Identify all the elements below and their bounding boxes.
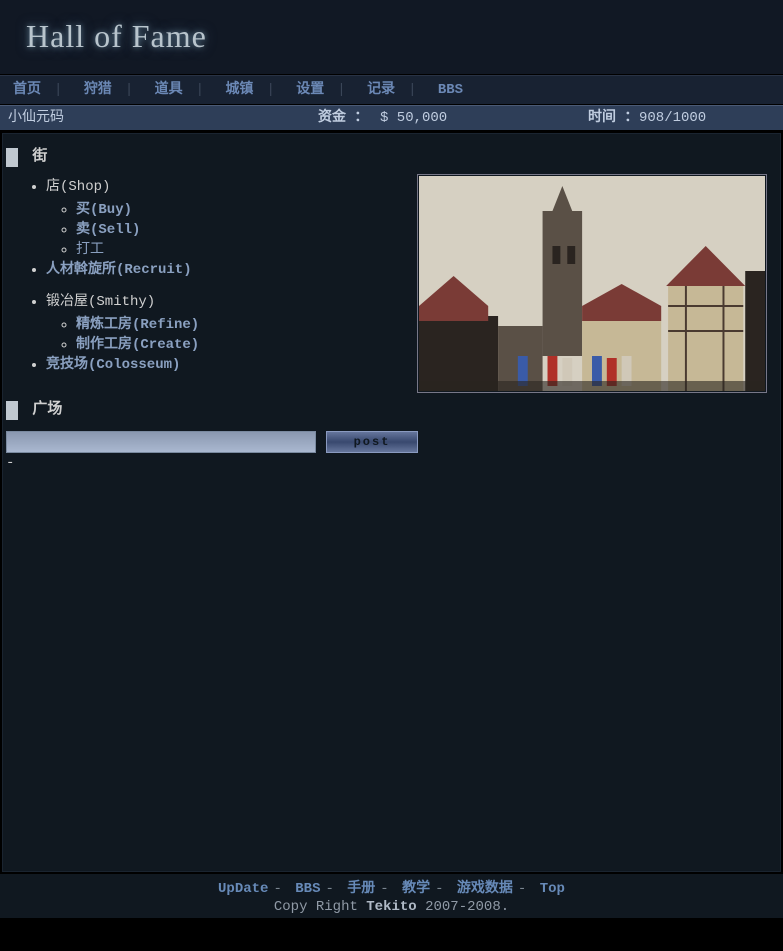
list-item: 精炼工房(Refine) — [76, 315, 417, 335]
footer-link-bbs[interactable]: BBS — [295, 881, 320, 897]
time-value: 908/1000 — [639, 106, 706, 130]
footer-copyright: Copy Right Tekito 2007-2008. — [0, 898, 783, 916]
link-work[interactable]: 打工 — [76, 242, 104, 258]
list-item: 锻冶屋(Smithy) 精炼工房(Refine) 制作工房(Create) — [46, 292, 417, 355]
nav-record[interactable]: 记录 — [364, 82, 398, 98]
footer-sep: - — [273, 881, 281, 897]
street-content: 店(Shop) 买(Buy) 卖(Sell) 打工 人材斡旋所(Recruit)… — [6, 174, 777, 393]
main-panel: 街 店(Shop) 买(Buy) 卖(Sell) 打工 人材斡旋所(Recrui… — [2, 133, 781, 872]
footer-link-update[interactable]: UpDate — [218, 881, 268, 897]
list-item: 买(Buy) — [76, 200, 417, 220]
nav-sep: | — [125, 82, 133, 98]
time-label: 时间 ： — [588, 106, 638, 130]
nav-bbs[interactable]: BBS — [435, 82, 466, 98]
link-refine[interactable]: 精炼工房(Refine) — [76, 317, 199, 333]
plaza-empty-marker: - — [6, 455, 777, 471]
footer-sep: - — [435, 881, 443, 897]
plaza-section: 广场 post - — [6, 399, 777, 471]
plaza-post-button[interactable]: post — [326, 431, 418, 453]
list-item: 打工 — [76, 240, 417, 260]
nav-settings[interactable]: 设置 — [293, 82, 327, 98]
link-colosseum[interactable]: 竞技场(Colosseum) — [46, 357, 180, 373]
section-title: 广场 — [32, 401, 62, 418]
link-sell[interactable]: 卖(Sell) — [76, 222, 140, 238]
player-name: 小仙元码 — [8, 106, 64, 130]
footer: UpDate- BBS- 手册- 教学- 游戏数据- Top Copy Righ… — [0, 874, 783, 918]
footer-sep: - — [518, 881, 526, 897]
footer-links: UpDate- BBS- 手册- 教学- 游戏数据- Top — [0, 880, 783, 898]
plaza-message-input[interactable] — [6, 431, 316, 453]
nav-hunt[interactable]: 狩猎 — [81, 82, 115, 98]
section-plaza-header: 广场 — [6, 399, 777, 421]
section-bar-icon — [6, 148, 18, 167]
nav-sep: | — [266, 82, 274, 98]
list-item: 制作工房(Create) — [76, 335, 417, 355]
section-bar-icon — [6, 401, 18, 420]
link-create[interactable]: 制作工房(Create) — [76, 337, 199, 353]
nav-item[interactable]: 道具 — [152, 82, 186, 98]
nav-sep: | — [337, 82, 345, 98]
money-value: $ 50,000 — [380, 106, 447, 130]
list-item: 卖(Sell) — [76, 220, 417, 240]
town-illustration-icon — [419, 176, 765, 391]
main-nav: 首页 | 狩猎 | 道具 | 城镇 | 设置 | 记录 | BBS — [0, 75, 783, 105]
town-image — [417, 174, 767, 393]
footer-link-tutorial[interactable]: 教学 — [402, 881, 430, 897]
nav-sep: | — [408, 82, 416, 98]
street-menu: 店(Shop) 买(Buy) 卖(Sell) 打工 人材斡旋所(Recruit)… — [6, 174, 417, 387]
footer-sep: - — [325, 881, 333, 897]
footer-sep: - — [380, 881, 388, 897]
shop-header: 店(Shop) — [46, 179, 110, 195]
money-label: 资金 ： — [318, 106, 368, 130]
list-item: 竞技场(Colosseum) — [46, 355, 417, 375]
status-bar: 小仙元码 资金 ： $ 50,000 时间 ： 908/1000 — [0, 105, 783, 131]
plaza-form: post — [6, 431, 777, 453]
smithy-header: 锻冶屋(Smithy) — [46, 294, 155, 310]
site-logo: Hall of Fame — [26, 18, 207, 55]
nav-home[interactable]: 首页 — [10, 82, 44, 98]
nav-town[interactable]: 城镇 — [222, 82, 256, 98]
footer-link-top[interactable]: Top — [540, 881, 565, 897]
link-recruit[interactable]: 人材斡旋所(Recruit) — [46, 262, 192, 278]
link-buy[interactable]: 买(Buy) — [76, 202, 132, 218]
footer-link-manual[interactable]: 手册 — [347, 881, 375, 897]
list-item: 店(Shop) 买(Buy) 卖(Sell) 打工 — [46, 177, 417, 260]
nav-sep: | — [54, 82, 62, 98]
footer-link-gamedata[interactable]: 游戏数据 — [457, 881, 513, 897]
section-title: 街 — [32, 148, 47, 165]
section-street-header: 街 — [6, 146, 777, 168]
nav-sep: | — [196, 82, 204, 98]
list-item: 人材斡旋所(Recruit) — [46, 260, 417, 280]
header-bar: Hall of Fame — [0, 0, 783, 75]
